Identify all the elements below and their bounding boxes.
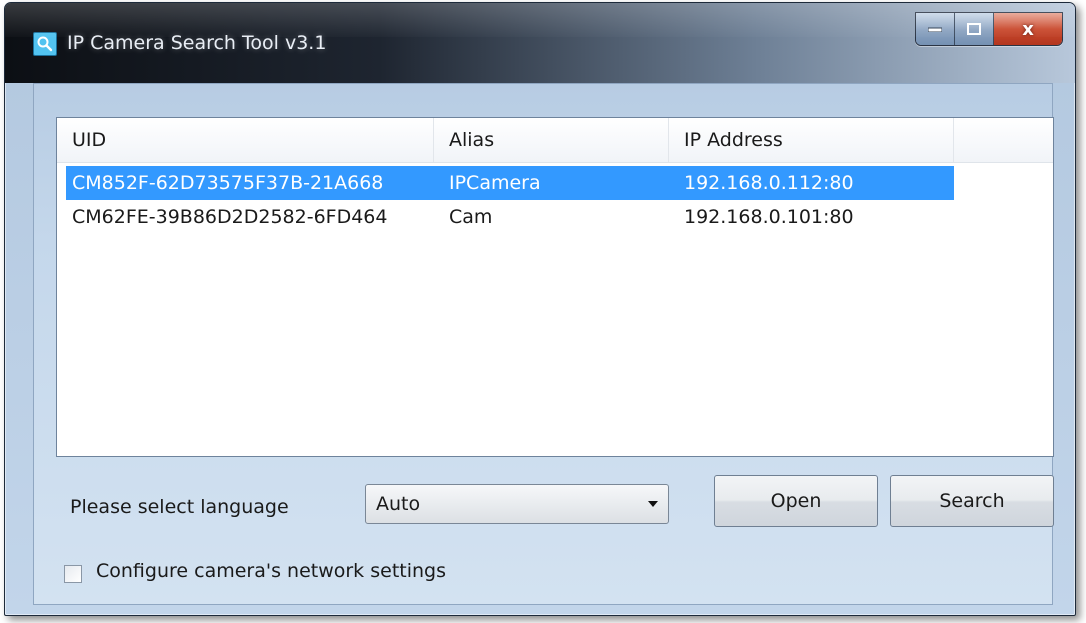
cell-alias: IPCamera <box>449 172 541 194</box>
window-title: IP Camera Search Tool v3.1 <box>67 32 327 54</box>
language-label: Please select language <box>70 496 289 518</box>
maximize-icon <box>967 23 981 35</box>
column-header-uid[interactable]: UID <box>57 118 434 162</box>
minimize-button[interactable] <box>916 13 955 45</box>
chevron-down-icon <box>648 501 658 507</box>
maximize-button[interactable] <box>955 13 994 45</box>
cell-uid: CM852F-62D73575F37B-21A668 <box>72 172 384 194</box>
cell-ip-address: 192.168.0.101:80 <box>684 206 854 228</box>
language-select-value: Auto <box>376 493 421 515</box>
close-icon: x <box>1022 18 1034 40</box>
table-row[interactable]: CM62FE-39B86D2D2582-6FD464 Cam 192.168.0… <box>66 200 954 234</box>
camera-list[interactable]: UID Alias IP Address CM852F-62D73575F37B… <box>56 117 1054 457</box>
cell-alias: Cam <box>449 206 493 228</box>
magnifier-icon <box>33 32 57 56</box>
open-button[interactable]: Open <box>714 475 878 527</box>
network-settings-checkbox[interactable] <box>64 565 82 583</box>
column-header-filler <box>954 118 1053 162</box>
caption-buttons: x <box>915 12 1063 46</box>
network-settings-label[interactable]: Configure camera's network settings <box>96 560 446 582</box>
minimize-icon <box>928 27 942 32</box>
close-button[interactable]: x <box>994 13 1062 45</box>
search-button[interactable]: Search <box>890 475 1054 527</box>
dialog-body: UID Alias IP Address CM852F-62D73575F37B… <box>33 83 1054 605</box>
column-header-ip-address[interactable]: IP Address <box>669 118 954 162</box>
cell-ip-address: 192.168.0.112:80 <box>684 172 854 194</box>
app-window: IP Camera Search Tool v3.1 x UID Alias I… <box>4 2 1076 616</box>
cell-uid: CM62FE-39B86D2D2582-6FD464 <box>72 206 388 228</box>
column-header-alias[interactable]: Alias <box>434 118 669 162</box>
language-select[interactable]: Auto <box>365 484 669 524</box>
table-row[interactable]: CM852F-62D73575F37B-21A668 IPCamera 192.… <box>66 166 954 200</box>
list-header: UID Alias IP Address <box>57 118 1053 163</box>
title-bar[interactable]: IP Camera Search Tool v3.1 x <box>5 3 1075 83</box>
